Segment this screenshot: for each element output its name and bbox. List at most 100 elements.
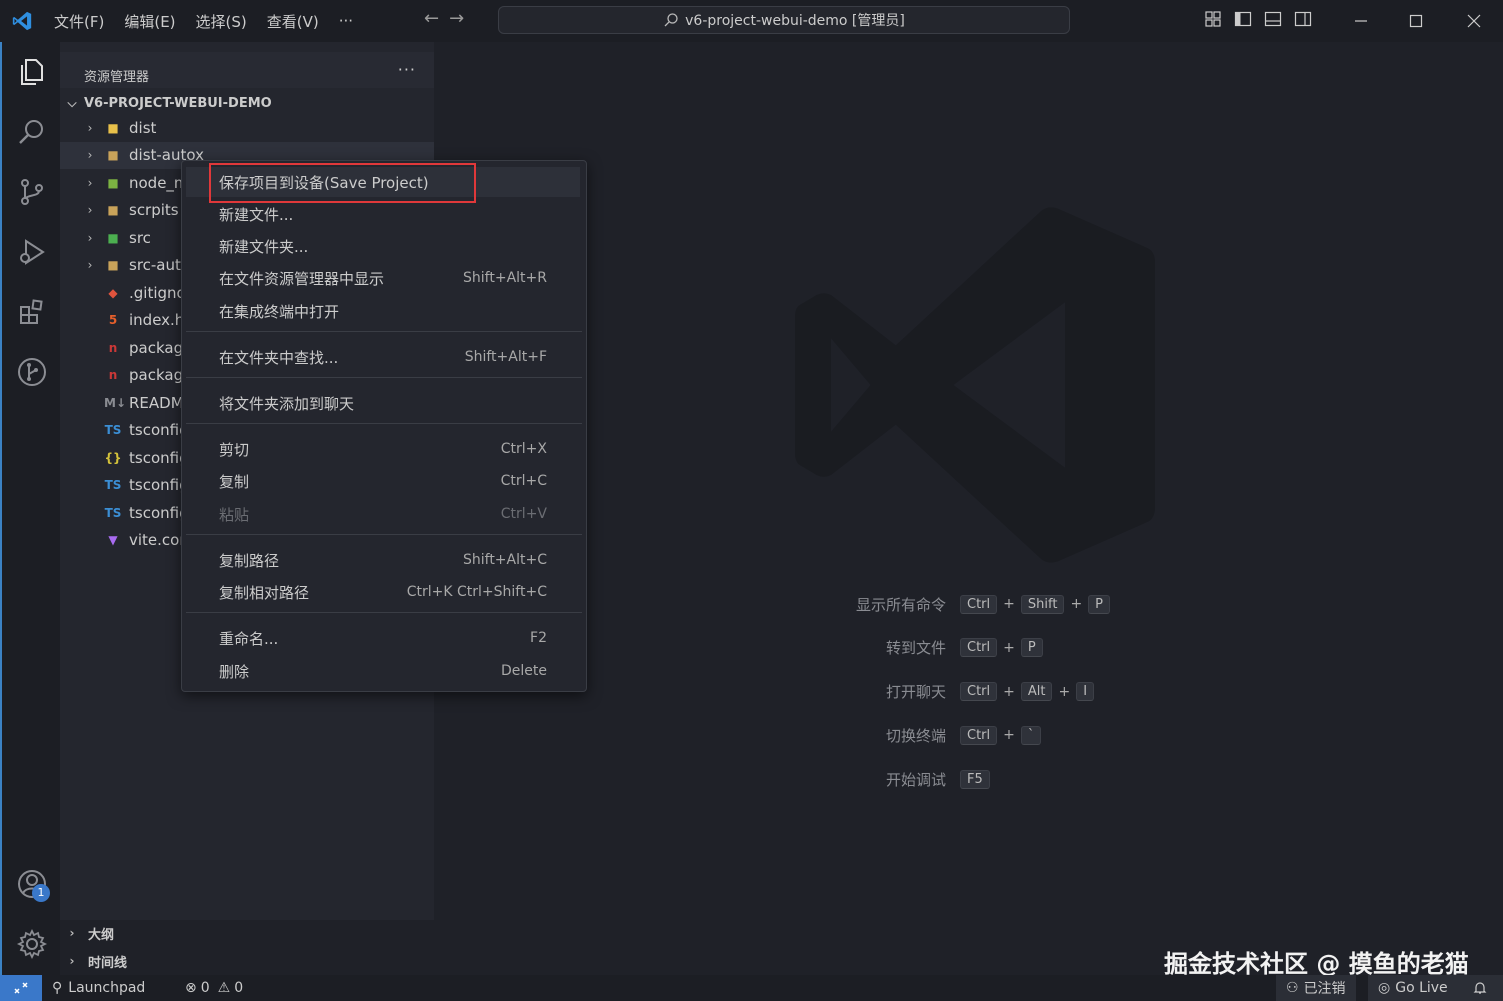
git-graph-icon[interactable] [16, 356, 48, 388]
shortcut-hint: 切换终端 Ctrl + ` [760, 723, 1042, 747]
maximize-icon[interactable] [1393, 0, 1439, 42]
shortcut-hint: 开始调试 F5 [760, 767, 990, 791]
markdown-icon: M↓ [104, 395, 126, 410]
notifications-bell-icon[interactable] [1457, 975, 1503, 1001]
folder-icon: ■ [107, 148, 119, 162]
keycap: Ctrl [960, 594, 998, 614]
context-menu-shortcut: Ctrl+V [500, 506, 547, 522]
vite-icon: ▼ [108, 533, 118, 547]
toggle-panel-icon[interactable] [1264, 10, 1282, 28]
context-menu-shortcut: Ctrl+X [500, 441, 547, 457]
keycap: I [1076, 682, 1095, 702]
warning-icon: ⚠ [217, 980, 231, 996]
context-menu-shortcut: Shift+Alt+F [464, 349, 547, 365]
plus-separator: + [1003, 683, 1015, 700]
context-menu-item[interactable]: 删除 Delete [186, 656, 580, 686]
launchpad-item[interactable]: ⚲ Launchpad [52, 975, 145, 1001]
context-menu-item[interactable]: 将文件夹添加到聊天 [186, 388, 580, 418]
menu-item[interactable]: 选择(S) [186, 11, 257, 32]
menu-bar: 文件(F) 编辑(E) 选择(S) 查看(V) ··· [44, 0, 363, 42]
keycap: ` [1020, 725, 1042, 745]
source-control-icon[interactable] [16, 176, 48, 208]
context-menu-item[interactable]: 重命名... F2 [186, 623, 580, 653]
menu-separator [186, 423, 582, 424]
command-center-label: v6-project-webui-demo [管理员] [685, 13, 905, 29]
context-menu-label: 复制相对路径 [219, 583, 310, 602]
menu-separator [186, 534, 582, 535]
menu-separator [186, 331, 582, 332]
timeline-label: 时间线 [88, 955, 128, 971]
context-menu-item[interactable]: 复制路径 Shift+Alt+C [186, 545, 580, 575]
project-root-header[interactable]: ⌵ V6-PROJECT-WEBUI-DEMO [60, 92, 434, 114]
explorer-icon[interactable] [16, 56, 48, 88]
search-icon[interactable] [16, 116, 48, 148]
context-menu-label: 删除 [219, 662, 250, 681]
context-menu-item[interactable]: 剪切 Ctrl+X [186, 434, 580, 464]
shortcut-hint-label: 转到文件 [885, 639, 946, 658]
more-actions-icon[interactable]: ··· [398, 60, 416, 79]
menu-item[interactable]: 查看(V) [257, 11, 329, 32]
context-menu-item[interactable]: 新建文件夹... [186, 231, 580, 261]
run-debug-icon[interactable] [16, 236, 48, 268]
error-count: 0 [200, 980, 210, 996]
shortcut-hint: 打开聊天 Ctrl + Alt + I [760, 680, 1095, 704]
menu-item[interactable]: ··· [329, 12, 363, 30]
chevron-right-icon: › [87, 258, 93, 272]
menu-separator [186, 377, 582, 378]
settings-gear-icon[interactable] [16, 928, 48, 960]
html5-icon: 5 [108, 313, 118, 327]
context-menu-label: 在文件资源管理器中显示 [219, 269, 385, 288]
chevron-right-icon: › [69, 954, 75, 968]
close-icon[interactable] [1451, 0, 1497, 42]
account-status-label: 已注销 [1303, 981, 1346, 997]
folder-node-icon: ■ [107, 175, 119, 190]
chevron-right-icon: › [87, 203, 93, 217]
customize-layout-icon[interactable] [1204, 10, 1222, 28]
keycap: P [1088, 594, 1111, 614]
menu-separator [186, 612, 582, 613]
typescript-icon: TS [104, 505, 122, 520]
extensions-icon[interactable] [16, 296, 48, 328]
context-menu-item[interactable]: 复制相对路径 Ctrl+K Ctrl+Shift+C [186, 577, 580, 607]
account-icon: ⚇ [1286, 980, 1299, 996]
account-status-item[interactable]: ⚇ 已注销 [1276, 975, 1356, 1001]
context-menu-item[interactable]: 复制 Ctrl+C [186, 466, 580, 496]
context-menu-label: 复制 [219, 472, 250, 491]
menu-item[interactable]: 文件(F) [44, 11, 114, 32]
warning-count: 0 [234, 980, 244, 996]
tree-item-label: src [129, 228, 151, 247]
context-menu-item[interactable]: 在文件资源管理器中显示 Shift+Alt+R [186, 263, 580, 293]
shortcut-hint: 转到文件 Ctrl + P [760, 636, 1043, 660]
command-center-search[interactable]: v6-project-webui-demo [管理员] [498, 6, 1070, 34]
outline-section[interactable]: › 大纲 [60, 920, 434, 946]
toggle-secondary-sidebar-icon[interactable] [1294, 10, 1312, 28]
context-menu-label: 新建文件... [219, 205, 294, 224]
timeline-section[interactable]: › 时间线 [60, 948, 434, 974]
context-menu-item[interactable]: 在文件夹中查找... Shift+Alt+F [186, 342, 580, 372]
context-menu-item[interactable]: 在集成终端中打开 [186, 296, 580, 326]
shortcut-hint-label: 显示所有命令 [855, 595, 946, 614]
minimize-icon[interactable] [1338, 0, 1384, 42]
keycap: Ctrl [960, 682, 998, 702]
context-menu-item[interactable]: 新建文件... [186, 199, 580, 229]
context-menu-label: 在文件夹中查找... [219, 348, 339, 367]
menu-item[interactable]: 编辑(E) [114, 11, 185, 32]
plus-separator: + [1058, 683, 1071, 700]
problems-item[interactable]: ⊗ 0 ⚠ 0 [185, 975, 243, 1001]
remote-indicator-icon[interactable] [0, 975, 42, 1001]
keycap: Ctrl [960, 725, 998, 745]
go-live-item[interactable]: ◎ Go Live [1368, 975, 1458, 1001]
error-icon: ⊗ [185, 980, 197, 996]
tree-item[interactable]: › ■ dist [60, 114, 434, 141]
context-menu-label: 将文件夹添加到聊天 [219, 394, 355, 413]
context-menu: 保存项目到设备(Save Project) 新建文件... 新建文件夹... 在文件资… [181, 160, 587, 692]
keycap: Ctrl [960, 638, 998, 658]
vscode-watermark-logo [795, 207, 1155, 563]
keycap: P [1020, 638, 1043, 658]
context-menu-shortcut: F2 [530, 630, 547, 646]
toggle-primary-sidebar-icon[interactable] [1234, 10, 1252, 28]
folder-dist-icon: ■ [107, 120, 119, 135]
back-arrow-icon[interactable]: ← [424, 8, 439, 29]
forward-arrow-icon[interactable]: → [449, 8, 464, 29]
git-icon: ◆ [108, 285, 118, 300]
